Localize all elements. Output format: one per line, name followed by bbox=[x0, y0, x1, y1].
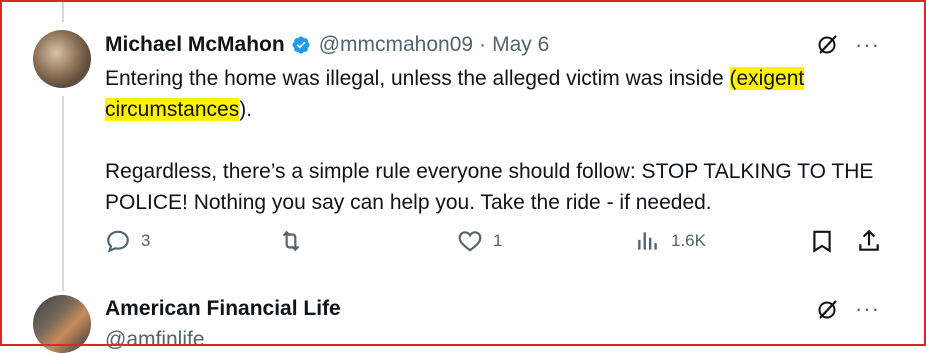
tweet-header: Michael McMahon @mmcmahon09 · May 6 bbox=[105, 32, 549, 58]
tweet-date[interactable]: May 6 bbox=[492, 33, 549, 57]
author-handle[interactable]: @amfinlife bbox=[105, 328, 205, 352]
views-count: 1.6K bbox=[671, 231, 706, 250]
separator-dot: · bbox=[479, 33, 487, 56]
bookmark-icon bbox=[813, 230, 831, 253]
views-button[interactable]: 1.6K bbox=[635, 228, 706, 254]
bookmark-button[interactable] bbox=[809, 228, 835, 254]
tweet-text-paragraph2: Regardless, there’s a simple rule everyo… bbox=[105, 160, 874, 214]
reply-count: 3 bbox=[141, 231, 151, 250]
more-icon[interactable]: ··· bbox=[855, 298, 880, 320]
like-button[interactable]: 1 bbox=[457, 228, 502, 254]
thread-line bbox=[62, 96, 64, 291]
like-count: 1 bbox=[493, 231, 503, 250]
avatar-american-financial-life[interactable] bbox=[33, 295, 91, 353]
tweet-text: Entering the home was illegal, unless th… bbox=[105, 63, 905, 218]
repost-button[interactable] bbox=[278, 228, 314, 254]
views-icon bbox=[638, 232, 657, 250]
repost-icon bbox=[282, 230, 300, 252]
share-button[interactable] bbox=[856, 228, 882, 254]
author-name[interactable]: American Financial Life bbox=[105, 297, 341, 321]
reply-button[interactable]: 3 bbox=[105, 228, 150, 254]
avatar-michael-mcmahon[interactable] bbox=[33, 30, 91, 88]
verified-badge-icon bbox=[292, 36, 310, 54]
grok-icon[interactable] bbox=[816, 33, 840, 57]
grok-icon[interactable] bbox=[816, 298, 840, 322]
author-name[interactable]: Michael McMahon bbox=[105, 33, 285, 57]
thread-line-top bbox=[62, 0, 64, 22]
reply-icon bbox=[107, 230, 129, 253]
tweet-text-part2: ). bbox=[239, 98, 253, 121]
tweet-text-part1: Entering the home was illegal, unless th… bbox=[105, 67, 730, 90]
share-icon bbox=[859, 229, 879, 251]
like-icon bbox=[458, 231, 482, 252]
tweet-actions: 3 1 1.6K bbox=[105, 228, 885, 260]
more-icon[interactable]: ··· bbox=[855, 34, 880, 56]
author-handle[interactable]: @mmcmahon09 bbox=[319, 33, 473, 57]
